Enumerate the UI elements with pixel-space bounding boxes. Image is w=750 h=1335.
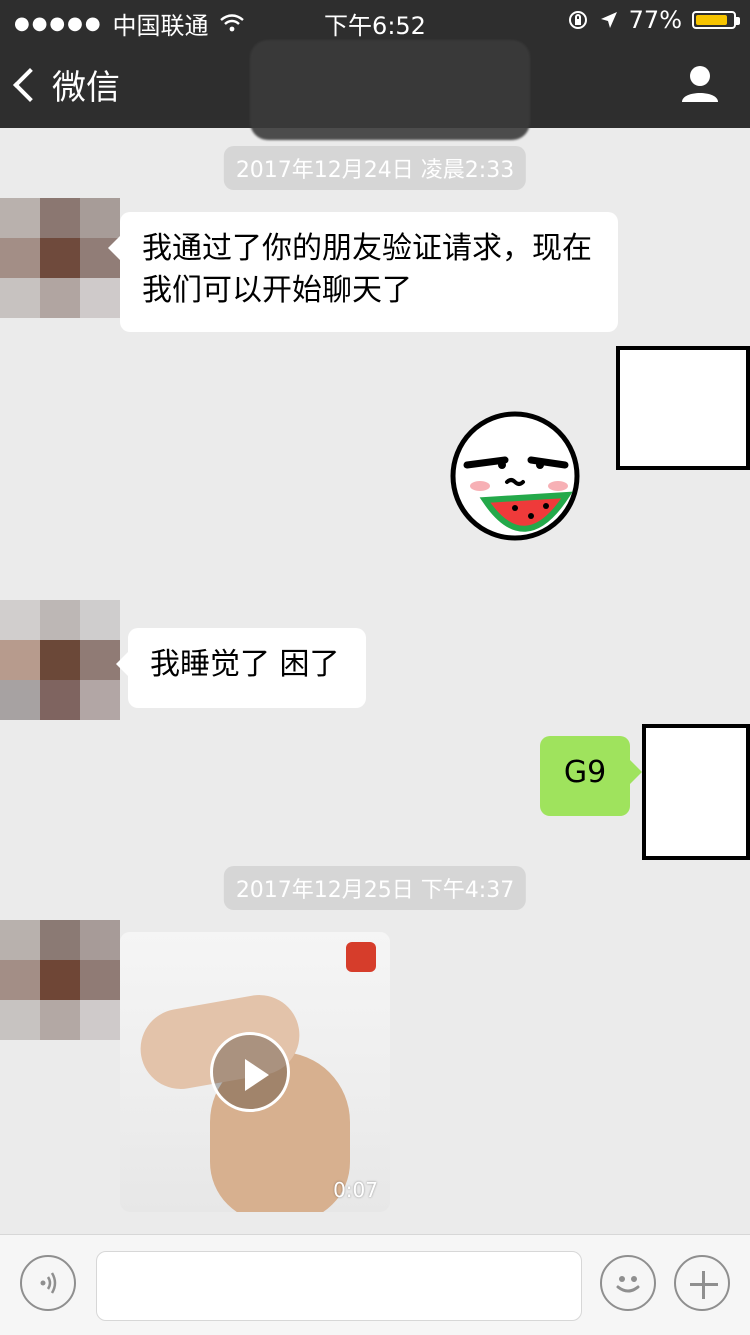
- redacted-avatar-box: [616, 346, 750, 470]
- plus-button[interactable]: [674, 1255, 730, 1311]
- message-bubble[interactable]: 我通过了你的朋友验证请求，现在我们可以开始聊天了: [108, 212, 618, 332]
- back-label: 微信: [52, 68, 120, 108]
- play-icon[interactable]: [210, 1032, 290, 1112]
- emoji-button[interactable]: [600, 1255, 656, 1311]
- play-triangle: [245, 1059, 269, 1091]
- video-duration: 0:07: [333, 1178, 378, 1202]
- redacted-avatar-box: [642, 724, 750, 860]
- chevron-left-icon: [13, 67, 47, 102]
- voice-icon: [40, 1272, 57, 1294]
- location-arrow-icon: [600, 12, 617, 28]
- message-bubble-sent[interactable]: G9: [540, 736, 642, 816]
- status-bar: ●●●●● 中国联通 下午6:52 77%: [0, 0, 750, 40]
- video-message[interactable]: 0:07: [120, 932, 390, 1212]
- timestamp: 2017年12月25日 下午4:37: [223, 866, 527, 910]
- person-icon[interactable]: [678, 62, 722, 106]
- message-text: 我通过了你的朋友验证请求，现在我们可以开始聊天了: [142, 231, 592, 308]
- rotation-lock-icon: [568, 11, 587, 29]
- avatar[interactable]: [0, 198, 120, 318]
- watermelon-sticker-icon[interactable]: [445, 410, 585, 550]
- battery-percent: 77%: [628, 6, 682, 34]
- nav-bar: 微信: [0, 40, 750, 140]
- plus-icon-v: [702, 1271, 705, 1299]
- message-text: 我睡觉了 困了: [150, 647, 340, 682]
- input-bar: [0, 1234, 750, 1335]
- nav-title-obscured: [250, 40, 530, 140]
- battery-fill: [696, 15, 727, 25]
- status-right: 77%: [567, 6, 740, 34]
- message-input[interactable]: [96, 1251, 582, 1321]
- battery-cap: [736, 17, 740, 25]
- avatar[interactable]: [0, 600, 120, 720]
- back-button[interactable]: 微信: [13, 60, 120, 109]
- smile-icon: [616, 1276, 640, 1293]
- battery-icon: [692, 11, 740, 29]
- message-bubble[interactable]: 我睡觉了 困了: [116, 628, 366, 708]
- avatar[interactable]: [0, 920, 120, 1040]
- message-text: G9: [563, 755, 607, 790]
- voice-button[interactable]: [20, 1255, 76, 1311]
- timestamp: 2017年12月24日 凌晨2:33: [223, 146, 527, 190]
- video-logo-icon: [346, 942, 376, 972]
